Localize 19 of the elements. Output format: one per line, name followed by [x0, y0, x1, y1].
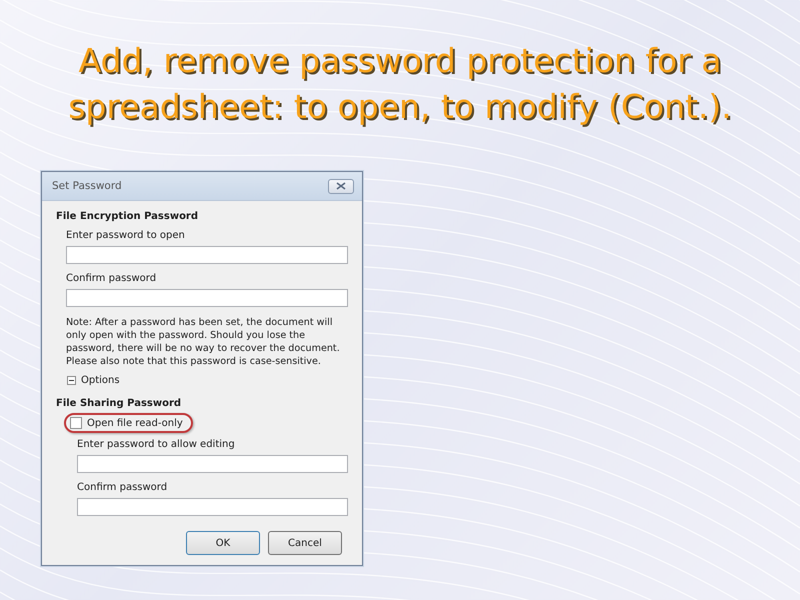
password-field[interactable] [77, 498, 348, 516]
window-title: Set Password [52, 180, 122, 192]
section-heading: File Encryption Password [56, 211, 200, 222]
read-only-checkbox[interactable]: Open file read-only [70, 417, 183, 429]
options-toggle[interactable]: Options [67, 375, 120, 386]
close-icon [336, 182, 346, 190]
cancel-button[interactable]: Cancel [268, 531, 342, 555]
section-heading: File Sharing Password [56, 398, 182, 409]
field-label: Confirm password [66, 273, 158, 284]
password-field[interactable] [66, 289, 348, 307]
field-label: Confirm password [77, 482, 168, 493]
field-label: Enter password to allow editing [77, 439, 236, 450]
ok-button[interactable]: OK [186, 531, 260, 555]
password-field[interactable] [77, 455, 348, 473]
note-text: Note: After a password has been set, the document will only open with the password. Should you lose the password, there will be no way to recover the document. Please also note that this password is case-sensitive. [66, 316, 341, 368]
slide-title: Add, remove password protection for a spreadsheet: to open, to modify (Cont.). [67, 40, 733, 128]
close-button[interactable] [328, 178, 354, 194]
field-label: Enter password to open [66, 230, 186, 241]
password-field[interactable] [66, 246, 348, 264]
